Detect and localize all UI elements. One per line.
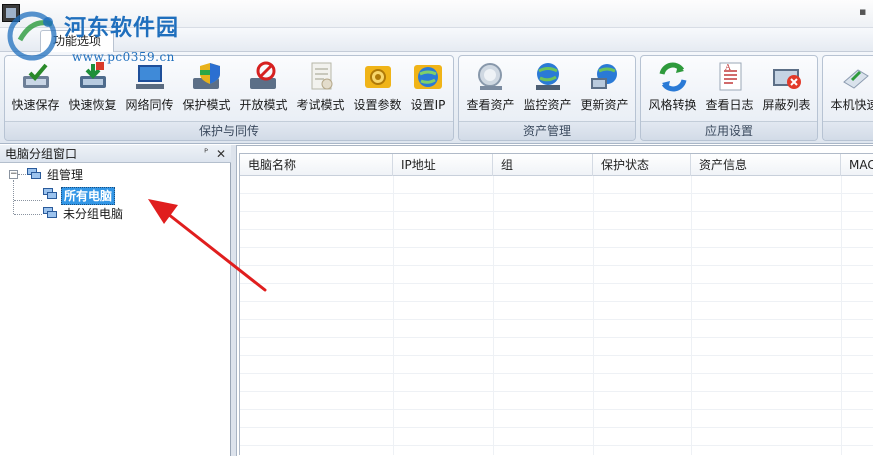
local-quick-button[interactable]: 本机快速: [826, 58, 873, 118]
column-header-computer-name[interactable]: 电脑名称: [240, 154, 393, 176]
monitor-assets-button[interactable]: 监控资产: [519, 58, 576, 118]
column-divider: [593, 176, 594, 455]
block-list-label: 屏蔽列表: [762, 98, 811, 112]
exam-mode-label: 考试模式: [296, 98, 345, 112]
ribbon: 快速保存 快速恢复 网络同传 保护模式 开放模式 考试模式 设置参数 设置IP …: [0, 52, 873, 144]
quick-restore-icon: [79, 62, 106, 88]
set-ip-button[interactable]: 设置IP: [403, 58, 453, 118]
style-switch-label: 风格转换: [648, 98, 697, 112]
column-divider: [841, 176, 842, 455]
network-transfer-icon: [135, 65, 164, 89]
computer-icon: [43, 188, 57, 199]
ribbon-group-protect: 快速保存 快速恢复 网络同传 保护模式 开放模式 考试模式 设置参数 设置IP …: [4, 55, 454, 141]
protect-mode-label: 保护模式: [182, 98, 231, 112]
computer-icon: [43, 207, 57, 218]
tree-connector: [14, 214, 42, 215]
quick-restore-button[interactable]: 快速恢复: [64, 58, 121, 118]
view-log-label: 查看日志: [705, 98, 754, 112]
computer-table: 电脑名称 IP地址 组 保护状态 资产信息 MAC: [239, 153, 873, 455]
view-log-icon: A: [719, 62, 741, 91]
quick-save-label: 快速保存: [11, 98, 60, 112]
close-icon[interactable]: ✕: [215, 146, 227, 162]
settings-gear-icon: [364, 66, 391, 88]
view-assets-icon: [477, 63, 502, 90]
quick-save-button[interactable]: 快速保存: [7, 58, 64, 118]
column-header-ip-address[interactable]: IP地址: [393, 154, 493, 176]
open-mode-label: 开放模式: [239, 98, 288, 112]
view-assets-label: 查看资产: [466, 98, 515, 112]
open-mode-button[interactable]: 开放模式: [235, 58, 292, 118]
ribbon-group-label: 保护与同传: [5, 121, 453, 140]
column-header-group[interactable]: 组: [493, 154, 593, 176]
column-header-mac[interactable]: MAC: [841, 154, 873, 176]
update-assets-icon: [590, 64, 617, 89]
svg-text:A: A: [724, 63, 731, 72]
ribbon-group-label: 应用设置: [641, 121, 817, 140]
panel-header: 电脑分组窗口 ᴾ ✕: [0, 145, 231, 163]
view-assets-button[interactable]: 查看资产: [462, 58, 519, 118]
watermark-site-name: 河东软件园: [64, 15, 180, 41]
protect-mode-icon: [192, 63, 220, 89]
column-divider: [691, 176, 692, 455]
block-list-button[interactable]: 屏蔽列表: [758, 58, 815, 118]
tree-connector: [13, 180, 14, 214]
ribbon-group-local: 本机快速: [822, 55, 873, 141]
exam-mode-button[interactable]: 考试模式: [292, 58, 349, 118]
open-mode-icon: [249, 61, 276, 89]
network-transfer-label: 网络同传: [125, 98, 174, 112]
update-assets-button[interactable]: 更新资产: [576, 58, 633, 118]
tree-collapse-icon[interactable]: −: [9, 170, 18, 179]
tree-connector: [14, 200, 42, 201]
quick-restore-label: 快速恢复: [68, 98, 117, 112]
watermark-logo-icon: [7, 11, 57, 61]
computer-group-panel: 电脑分组窗口 ᴾ ✕ − 组管理 所有电脑 未分组电脑: [0, 145, 231, 456]
panel-title: 电脑分组窗口: [5, 147, 78, 161]
set-ip-globe-icon: [414, 65, 442, 89]
table-header: 电脑名称 IP地址 组 保护状态 资产信息 MAC: [240, 154, 873, 176]
quick-save-icon: [22, 63, 49, 88]
local-quick-icon: [842, 69, 869, 89]
monitor-assets-label: 监控资产: [523, 98, 572, 112]
ribbon-group-label: 资产管理: [459, 121, 635, 140]
ribbon-group-app-settings: 风格转换 A 查看日志 屏蔽列表 应用设置: [640, 55, 818, 141]
column-divider: [493, 176, 494, 455]
style-switch-icon: [659, 62, 686, 92]
style-switch-button[interactable]: 风格转换: [644, 58, 701, 118]
set-ip-label: 设置IP: [410, 98, 446, 112]
computer-group-icon: [27, 168, 41, 179]
update-assets-label: 更新资产: [580, 98, 629, 112]
column-header-protect-status[interactable]: 保护状态: [593, 154, 691, 176]
computer-list: 电脑名称 IP地址 组 保护状态 资产信息 MAC: [237, 145, 873, 456]
column-divider: [393, 176, 394, 455]
column-header-asset-info[interactable]: 资产信息: [691, 154, 841, 176]
tree-connector: [18, 174, 26, 175]
group-tree: − 组管理 所有电脑 未分组电脑: [0, 165, 231, 455]
window-control-icon[interactable]: ▪: [859, 5, 869, 19]
watermark-url: www.pc0359.cn: [72, 50, 175, 64]
local-quick-label: 本机快速: [830, 98, 873, 112]
network-transfer-button[interactable]: 网络同传: [121, 58, 178, 118]
block-list-icon: [772, 69, 801, 89]
protect-mode-button[interactable]: 保护模式: [178, 58, 235, 118]
settings-label: 设置参数: [353, 98, 402, 112]
tree-node-label: 所有电脑: [61, 187, 116, 205]
ribbon-group-label: [823, 121, 873, 140]
settings-button[interactable]: 设置参数: [349, 58, 406, 118]
view-log-button[interactable]: A 查看日志: [701, 58, 758, 118]
exam-mode-icon: [311, 62, 332, 90]
tree-node-label: 未分组电脑: [63, 207, 124, 221]
table-body: [240, 176, 873, 455]
ribbon-group-assets: 查看资产 监控资产 更新资产 资产管理: [458, 55, 636, 141]
tree-node-label: 组管理: [47, 168, 84, 182]
pin-icon[interactable]: ᴾ: [200, 146, 212, 162]
monitor-assets-icon: [535, 63, 560, 90]
